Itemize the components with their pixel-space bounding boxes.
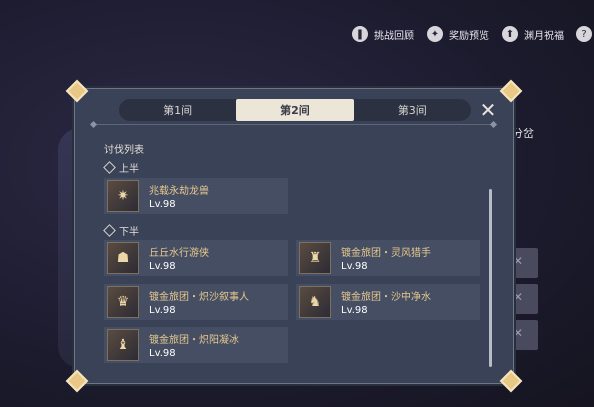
enemy-level: Lv.98 xyxy=(149,348,176,359)
star-icon: ✦ xyxy=(427,26,443,42)
enemy-level: Lv.98 xyxy=(149,199,176,210)
corner-ornament xyxy=(499,369,523,393)
enemy-level: Lv.98 xyxy=(149,261,176,272)
enemy-entry[interactable]: ♜ 镀金旅团・灵风猎手 Lv.98 xyxy=(296,240,480,276)
enemy-level: Lv.98 xyxy=(341,305,368,316)
x-icon: ✕ xyxy=(513,254,524,268)
list-title: 讨伐列表 xyxy=(104,145,144,156)
diamond-icon xyxy=(103,224,116,237)
corner-ornament xyxy=(499,79,523,103)
arrow-up-icon: ⬆ xyxy=(502,26,518,42)
enemy-name: 兆载永劫龙兽 xyxy=(149,186,209,197)
divider xyxy=(93,124,495,125)
diamond-icon xyxy=(103,161,116,174)
x-icon: ✕ xyxy=(513,326,524,340)
enemy-avatar: ☗ xyxy=(107,242,139,274)
tab-chamber-3[interactable]: 第3间 xyxy=(354,99,471,121)
lower-half-header: 下半 xyxy=(103,223,139,238)
upper-half-header: 上半 xyxy=(103,160,139,175)
enemy-level: Lv.98 xyxy=(149,305,176,316)
tab-chamber-2[interactable]: 第2间 xyxy=(236,99,354,121)
enemy-name: 镀金旅团・灵风猎手 xyxy=(341,248,431,259)
tab-chamber-1[interactable]: 第1间 xyxy=(119,99,236,121)
challenge-review-button[interactable]: ❚ 挑战回顾 xyxy=(352,24,414,44)
reward-preview-button[interactable]: ✦ 奖励预览 xyxy=(427,24,489,44)
divider-ornament xyxy=(89,120,98,129)
enemy-name: 镀金旅团・炽阳凝冰 xyxy=(149,335,239,346)
help-icon: ? xyxy=(576,26,592,42)
corner-ornament xyxy=(65,369,89,393)
background-branch-text: 分岔 xyxy=(512,127,534,140)
scrollbar[interactable] xyxy=(489,189,492,367)
enemy-avatar: ♛ xyxy=(107,286,139,318)
x-icon: ✕ xyxy=(513,290,524,304)
close-button[interactable]: ✕ xyxy=(477,98,499,122)
moon-blessing-button[interactable]: ⬆ 渊月祝福 xyxy=(502,24,564,44)
close-icon: ✕ xyxy=(479,98,497,122)
challenge-review-label: 挑战回顾 xyxy=(374,30,414,42)
book-icon: ❚ xyxy=(352,26,368,42)
enemy-list-dialog: 第1间 第2间 第3间 ✕ 讨伐列表 上半 ✷ 兆载永劫龙兽 Lv.98 下半 … xyxy=(65,79,523,393)
enemy-avatar: ♝ xyxy=(107,329,139,361)
lower-half-label: 下半 xyxy=(119,227,139,238)
enemy-entry[interactable]: ♛ 镀金旅团・炽沙叙事人 Lv.98 xyxy=(104,284,288,320)
enemy-entry[interactable]: ✷ 兆载永劫龙兽 Lv.98 xyxy=(104,178,288,214)
corner-ornament xyxy=(65,79,89,103)
enemy-entry[interactable]: ☗ 丘丘水行游侠 Lv.98 xyxy=(104,240,288,276)
help-button[interactable]: ? xyxy=(576,24,592,44)
enemy-name: 丘丘水行游侠 xyxy=(149,248,209,259)
enemy-entry[interactable]: ♞ 镀金旅团・沙中净水 Lv.98 xyxy=(296,284,480,320)
enemy-entry[interactable]: ♝ 镀金旅团・炽阳凝冰 Lv.98 xyxy=(104,327,288,363)
enemy-avatar: ♜ xyxy=(299,242,331,274)
enemy-name: 镀金旅团・沙中净水 xyxy=(341,292,431,303)
chamber-tabs: 第1间 第2间 第3间 xyxy=(119,99,471,121)
enemy-avatar: ♞ xyxy=(299,286,331,318)
reward-preview-label: 奖励预览 xyxy=(449,30,489,42)
top-bar: ❚ 挑战回顾 ✦ 奖励预览 ⬆ 渊月祝福 ? xyxy=(0,0,594,66)
moon-blessing-label: 渊月祝福 xyxy=(524,30,564,42)
divider-ornament xyxy=(489,120,498,129)
upper-half-label: 上半 xyxy=(119,164,139,175)
enemy-level: Lv.98 xyxy=(341,261,368,272)
enemy-name: 镀金旅团・炽沙叙事人 xyxy=(149,292,249,303)
enemy-avatar: ✷ xyxy=(107,180,139,212)
